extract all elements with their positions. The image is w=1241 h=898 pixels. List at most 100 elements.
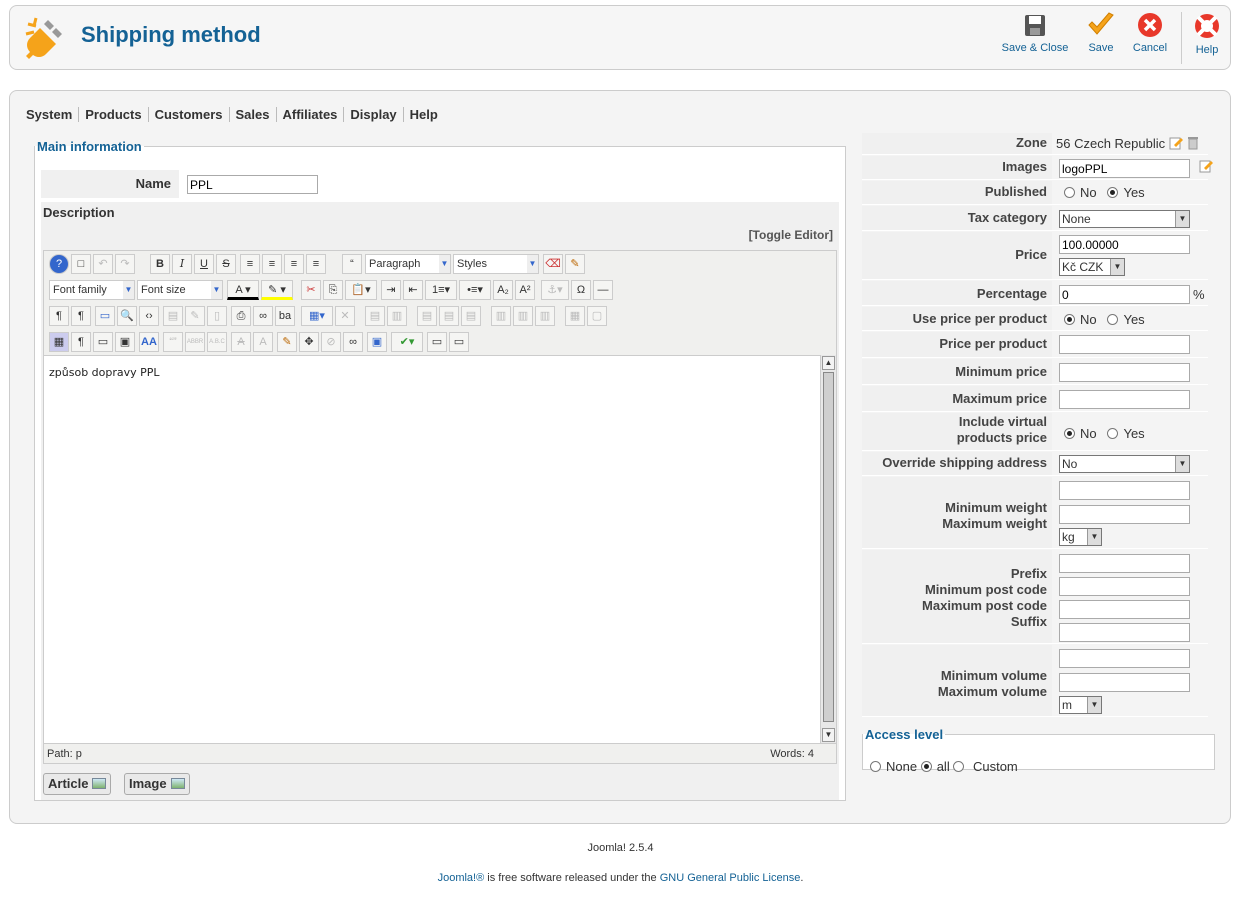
italic-icon[interactable]: I [172, 254, 192, 274]
copy-icon[interactable]: ⎘ [323, 280, 343, 300]
scroll-up-icon[interactable]: ▲ [822, 356, 835, 370]
save-close-button[interactable]: Save & Close [1001, 12, 1069, 54]
min-price-input[interactable] [1059, 363, 1190, 382]
align-left-icon[interactable]: ≡ [284, 254, 304, 274]
cleanup-icon[interactable]: ✎ [565, 254, 585, 274]
show-blocks-icon[interactable]: ¶ [71, 332, 91, 352]
min-post-code-input[interactable] [1059, 577, 1190, 596]
media-icon[interactable]: ▭ [449, 332, 469, 352]
template-icon[interactable]: ▤ [163, 306, 183, 326]
delete-row-icon[interactable]: ▤ [461, 306, 481, 326]
max-volume-input[interactable] [1059, 673, 1190, 692]
cancel-button[interactable]: Cancel [1130, 12, 1170, 54]
weight-unit-select[interactable]: kg ▼ [1059, 528, 1102, 546]
prefix-input[interactable] [1059, 554, 1190, 573]
max-post-code-input[interactable] [1059, 600, 1190, 619]
styles-select[interactable]: Styles ▼ [453, 254, 539, 274]
min-weight-input[interactable] [1059, 481, 1190, 500]
help-icon[interactable]: ? [49, 254, 69, 274]
redo-icon[interactable]: ↷ [115, 254, 135, 274]
page-icon[interactable]: ▯ [207, 306, 227, 326]
layer-icon[interactable]: ▣ [115, 332, 135, 352]
style-props-icon[interactable]: AA [139, 332, 159, 352]
table-delete-icon[interactable]: ✕ [335, 306, 355, 326]
gpl-link[interactable]: GNU General Public License [660, 872, 801, 884]
unlink-icon[interactable]: ⊘ [321, 332, 341, 352]
highlight-color-icon[interactable]: ✎ ▾ [261, 280, 293, 300]
col-before-icon[interactable]: ▥ [491, 306, 511, 326]
submenu-item-customers[interactable]: Customers [147, 107, 229, 122]
subscript-icon[interactable]: A₂ [493, 280, 513, 300]
split-cells-icon[interactable]: ▦ [565, 306, 585, 326]
images-input[interactable] [1059, 159, 1190, 178]
spellcheck-icon[interactable]: ✔▾ [391, 332, 423, 352]
font-family-select[interactable]: Font family ▼ [49, 280, 135, 300]
print-icon[interactable]: ⎙ [231, 306, 251, 326]
underline-icon[interactable]: U [194, 254, 214, 274]
image-insert-icon[interactable]: ▣ [367, 332, 387, 352]
align-justify-icon[interactable]: ≡ [240, 254, 260, 274]
row-props-icon[interactable]: ▤ [365, 306, 385, 326]
min-volume-input[interactable] [1059, 649, 1190, 668]
preview-icon[interactable]: 🔍 [117, 306, 137, 326]
scroll-thumb[interactable] [823, 372, 834, 722]
align-center-icon[interactable]: ≡ [262, 254, 282, 274]
price-per-product-input[interactable] [1059, 335, 1190, 354]
eraser-icon[interactable]: ⌫ [543, 254, 563, 274]
access-none-radio[interactable] [870, 761, 881, 772]
price-input[interactable] [1059, 235, 1190, 254]
scroll-down-icon[interactable]: ▼ [822, 728, 835, 742]
include-virtual-no-radio[interactable] [1064, 428, 1075, 439]
save-button[interactable]: Save [1084, 12, 1118, 54]
find-icon[interactable]: ∞ [253, 306, 273, 326]
use-price-yes-radio[interactable] [1107, 314, 1119, 325]
visual-aid-icon[interactable]: ▦ [49, 332, 69, 352]
joomla-link[interactable]: Joomla!® [438, 872, 485, 884]
font-size-select[interactable]: Font size ▼ [137, 280, 223, 300]
submenu-item-display[interactable]: Display [343, 107, 403, 122]
submenu-item-products[interactable]: Products [78, 107, 148, 122]
submenu-item-help[interactable]: Help [402, 107, 444, 122]
fullscreen-icon[interactable]: ▭ [95, 306, 115, 326]
cell-props-icon[interactable]: ▥ [387, 306, 407, 326]
outdent-icon[interactable]: ⇤ [403, 280, 423, 300]
ins-icon[interactable]: A [253, 332, 273, 352]
col-after-icon[interactable]: ▥ [513, 306, 533, 326]
ordered-list-icon[interactable]: 1≡▾ [425, 280, 457, 300]
delete-col-icon[interactable]: ▥ [535, 306, 555, 326]
blockquote-icon[interactable]: “ [342, 254, 362, 274]
anchor-icon[interactable]: ⚓▾ [541, 280, 569, 300]
editor-content[interactable]: způsob dopravy PPL [44, 355, 822, 743]
nonbreaking-icon[interactable]: ▭ [93, 332, 113, 352]
currency-select[interactable]: Kč CZK ▼ [1059, 258, 1125, 276]
toggle-editor-link[interactable]: [Toggle Editor] [749, 228, 833, 242]
ltr-icon[interactable]: ¶ [49, 306, 69, 326]
edit-icon[interactable] [1199, 159, 1213, 173]
row-before-icon[interactable]: ▤ [417, 306, 437, 326]
access-all-radio[interactable] [920, 761, 932, 772]
horizontal-rule-icon[interactable]: — [593, 280, 613, 300]
undo-icon[interactable]: ↶ [93, 254, 113, 274]
table-insert-icon[interactable]: ▦▾ [301, 306, 333, 326]
help-button[interactable]: Help [1190, 12, 1224, 56]
max-weight-input[interactable] [1059, 505, 1190, 524]
format-select[interactable]: Paragraph ▼ [365, 254, 451, 274]
override-select[interactable]: No ▼ [1059, 455, 1190, 473]
article-button[interactable]: Article [43, 773, 112, 795]
include-virtual-yes-radio[interactable] [1107, 428, 1119, 439]
submenu-item-system[interactable]: System [25, 107, 78, 122]
merge-cells-icon[interactable]: ▢ [587, 306, 607, 326]
text-color-icon[interactable]: A ▾ [227, 280, 259, 300]
access-custom-radio[interactable] [953, 761, 965, 772]
del-icon[interactable]: A [231, 332, 251, 352]
abbr-icon[interactable]: ABBR [185, 332, 205, 352]
max-price-input[interactable] [1059, 390, 1190, 409]
new-document-icon[interactable]: □ [71, 254, 91, 274]
published-yes-radio[interactable] [1107, 187, 1119, 198]
align-right-icon[interactable]: ≡ [306, 254, 326, 274]
cut-icon[interactable]: ✂ [301, 280, 321, 300]
rtl-icon[interactable]: ¶ [71, 306, 91, 326]
submenu-item-sales[interactable]: Sales [228, 107, 276, 122]
volume-unit-select[interactable]: m ▼ [1059, 696, 1102, 714]
replace-icon[interactable]: ba [275, 306, 295, 326]
